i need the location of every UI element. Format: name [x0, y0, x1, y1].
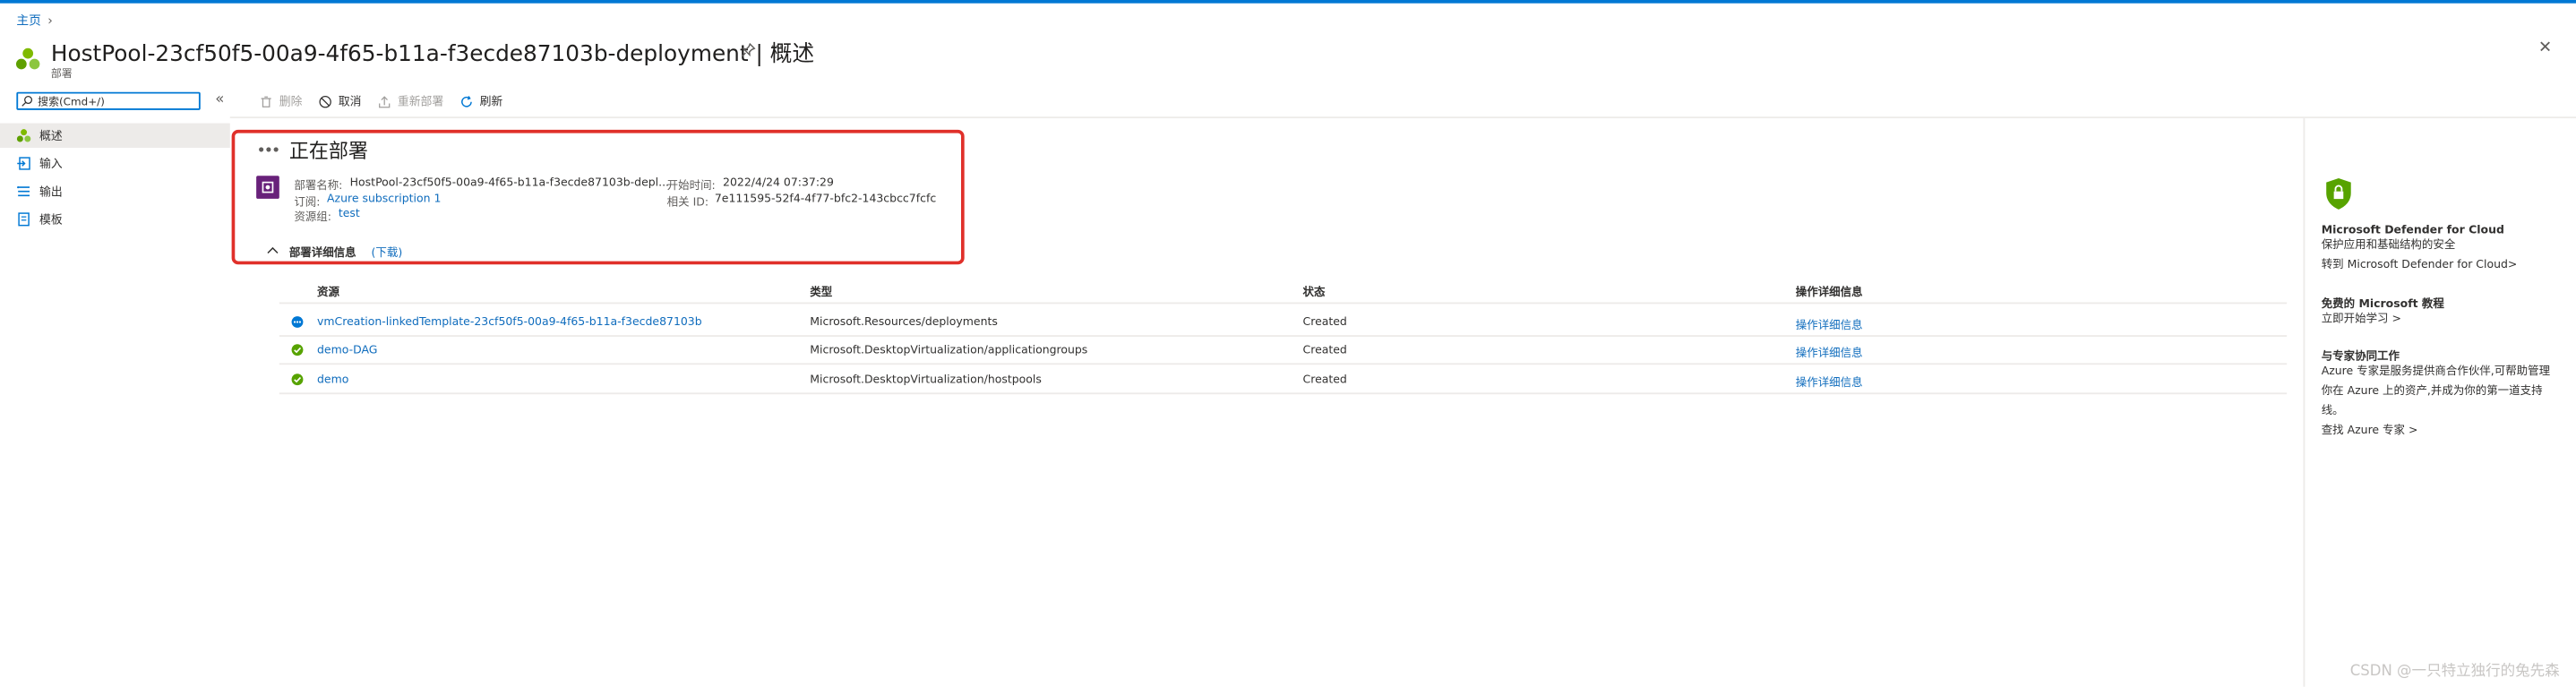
expert-title: 与专家协同工作: [2321, 350, 2400, 365]
table-row-status: Created: [1302, 372, 1347, 386]
command-bar-divider: [229, 116, 2576, 119]
top-accent-bar: [0, 0, 2576, 4]
column-header-status: 状态: [1302, 286, 1326, 299]
deployment-name-label: 部署名称:: [294, 178, 343, 193]
table-row-resource-link[interactable]: vmCreation-linkedTemplate-23cf50f5-00a9-…: [317, 315, 702, 329]
collapse-sidebar-icon[interactable]: «: [215, 92, 224, 108]
sidebar-item-template[interactable]: 模板: [0, 207, 230, 232]
table-row-details-link[interactable]: 操作详细信息: [1796, 372, 1863, 389]
table-row-details-link[interactable]: 操作详细信息: [1796, 315, 1863, 332]
start-time-value: 2022/4/24 07:37:29: [723, 176, 834, 189]
subscription-link[interactable]: Azure subscription 1: [327, 192, 441, 205]
right-panel-divider: [2303, 118, 2306, 687]
learn-title: 免费的 Microsoft 教程: [2321, 296, 2444, 310]
correlation-id-value: 7e111595-52f4-4f77-bfc2-143cbcc7fcfc: [714, 191, 937, 205]
chevron-up-icon[interactable]: [266, 245, 279, 258]
table-row-status: Created: [1302, 343, 1347, 357]
trash-icon: [260, 94, 275, 109]
table-row-type: Microsoft.DesktopVirtualization/hostpool…: [810, 372, 1042, 386]
sidebar-item-label: 模板: [39, 212, 63, 227]
input-icon: [16, 156, 31, 171]
search-icon: [21, 95, 33, 110]
breadcrumb: 主页 ›: [16, 12, 52, 30]
delete-button[interactable]: 删除: [260, 92, 302, 112]
more-options-icon[interactable]: ···: [770, 39, 783, 55]
cancel-button[interactable]: 取消: [319, 92, 362, 112]
breadcrumb-separator: ›: [47, 13, 53, 29]
row-divider: [279, 363, 2288, 365]
right-panel: Microsoft Defender for Cloud 保护应用和基础结构的安…: [2322, 223, 2560, 441]
sidebar-item-input[interactable]: 输入: [0, 151, 230, 176]
deployment-icon: [256, 176, 279, 199]
deployment-resource-icon: [15, 46, 41, 72]
table-row-type: Microsoft.Resources/deployments: [810, 315, 998, 329]
table-row-status: Created: [1302, 315, 1347, 329]
breadcrumb-home[interactable]: 主页: [16, 13, 41, 29]
column-header-type: 类型: [810, 286, 833, 299]
shield-icon: [2324, 177, 2352, 213]
running-status-icon: [291, 315, 305, 331]
correlation-id-label: 相关 ID:: [666, 194, 709, 209]
deployment-details-title[interactable]: 部署详细信息: [289, 243, 356, 260]
overview-icon: [16, 128, 31, 143]
output-icon: [16, 184, 31, 199]
sidebar-item-overview[interactable]: 概述: [0, 123, 230, 149]
table-row-type: Microsoft.DesktopVirtualization/applicat…: [810, 343, 1088, 357]
subscription-label: 订阅:: [294, 194, 321, 209]
sidebar-item-label: 概述: [39, 128, 63, 142]
search-box: [16, 91, 201, 110]
template-icon: [16, 212, 31, 228]
header-divider: [279, 302, 2288, 305]
watermark: CSDN @一只特立独行的兔先森: [2349, 664, 2560, 681]
row-divider: [279, 391, 2288, 394]
pin-icon[interactable]: [741, 42, 756, 58]
defender-link[interactable]: 转到 Microsoft Defender for Cloud>: [2322, 256, 2560, 276]
column-header-details: 操作详细信息: [1795, 286, 1863, 299]
in-progress-icon: [258, 144, 279, 158]
close-icon[interactable]: ✕: [2538, 39, 2552, 57]
sidebar-item-label: 输出: [39, 185, 63, 199]
success-check-icon: [291, 343, 305, 359]
column-header-resource: 资源: [316, 286, 339, 299]
resource-group-label: 资源组:: [294, 210, 331, 224]
table-row-resource-link[interactable]: demo-DAG: [317, 343, 377, 356]
refresh-icon: [460, 94, 476, 109]
learn-link[interactable]: 立即开始学习 >: [2322, 310, 2560, 330]
search-input[interactable]: [18, 93, 199, 109]
row-divider: [279, 335, 2288, 338]
resource-group-link[interactable]: test: [339, 207, 360, 220]
table-row-resource-link[interactable]: demo: [317, 372, 348, 385]
deployment-status-heading: 正在部署: [288, 139, 368, 163]
defender-description: 保护应用和基础结构的安全: [2321, 237, 2456, 252]
sidebar-item-label: 输入: [39, 157, 63, 170]
refresh-button[interactable]: 刷新: [460, 92, 502, 112]
expert-description: Azure 专家是服务提供商合作伙伴,可帮助管理你在 Azure 上的资产,并成…: [2321, 365, 2551, 417]
expert-link[interactable]: 查找 Azure 专家 >: [2322, 422, 2560, 442]
page-title: HostPool-23cf50f5-00a9-4f65-b11a-f3ecde8…: [50, 40, 815, 68]
table-row-details-link[interactable]: 操作详细信息: [1796, 343, 1863, 360]
start-time-label: 开始时间:: [666, 178, 716, 193]
defender-title: Microsoft Defender for Cloud: [2321, 223, 2504, 237]
deployment-name-value: HostPool-23cf50f5-00a9-4f65-b11a-f3ecde8…: [349, 176, 670, 189]
redeploy-button[interactable]: 重新部署: [378, 92, 443, 112]
sidebar-item-output[interactable]: 输出: [0, 179, 230, 204]
success-check-icon: [291, 372, 305, 388]
download-link[interactable]: (下载): [372, 243, 403, 260]
cancel-icon: [319, 94, 334, 109]
upload-icon: [378, 94, 393, 109]
page-subtitle: 部署: [50, 67, 73, 81]
